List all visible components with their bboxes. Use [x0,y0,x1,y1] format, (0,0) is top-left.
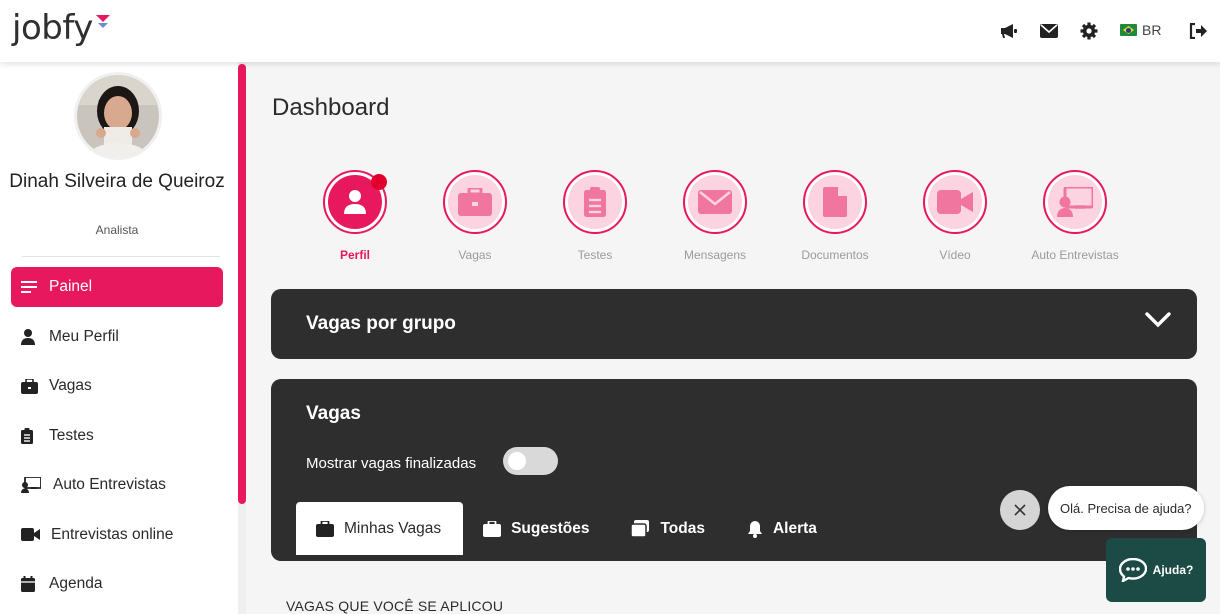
language-selector[interactable]: BR [1120,22,1161,38]
megaphone-icon[interactable] [999,21,1019,41]
vagas-tabs: Minhas Vagas Sugestões Todas Alerta [296,502,839,555]
language-label: BR [1142,22,1162,38]
help-bubble[interactable]: Olá. Precisa de ajuda? [1048,486,1204,530]
chevron-down-icon[interactable] [1145,311,1171,329]
sidebar-item-meu-perfil[interactable]: Meu Perfil [11,317,223,357]
sidebar-item-agenda[interactable]: Agenda [11,564,223,604]
step-auto-entrevistas[interactable]: Auto Entrevistas [1015,170,1135,262]
sidebar-item-label: Auto Entrevistas [53,476,166,493]
video-icon [937,190,973,214]
section-heading: VAGAS QUE VOCÊ SE APLICOU [286,598,504,614]
brazil-flag-icon [1120,24,1137,36]
step-label: Mensagens [683,248,747,262]
sidebar-item-label: Meu Perfil [49,327,119,345]
help-button-label: Ajuda? [1152,563,1194,577]
avatar[interactable] [77,75,159,157]
sidebar-item-vagas[interactable]: Vagas [11,366,223,406]
envelope-icon [698,190,732,214]
sidebar-item-label: Testes [49,426,94,444]
tab-label: Minhas Vagas [344,519,442,537]
panel-title: Vagas por grupo [306,313,456,334]
presentation-icon [21,477,53,493]
vagas-por-grupo-panel[interactable]: Vagas por grupo [271,289,1197,359]
briefcases-icon [631,520,650,537]
show-finished-toggle[interactable] [503,447,558,475]
tab-minhas-vagas[interactable]: Minhas Vagas [296,502,464,555]
clipboard-icon [584,187,606,217]
sidebar-item-testes[interactable]: Testes [11,416,223,456]
briefcase-icon [316,520,334,537]
chat-icon [1118,558,1147,582]
presentation-icon [1057,187,1093,217]
step-documentos[interactable]: Documentos [775,170,895,262]
step-label: Vagas [458,248,492,262]
sidebar: Dinah Silveira de Queiroz Analista Paine… [0,62,238,614]
sidebar-scroll-thumb[interactable] [238,64,246,504]
sidebar-item-label: Entrevistas online [51,525,174,543]
gear-icon[interactable] [1079,21,1099,41]
video-icon [21,528,51,541]
panel-title: Vagas [306,403,361,424]
menu-icon [21,281,49,293]
help-chat-button[interactable]: Ajuda? [1106,538,1206,602]
sidebar-item-painel[interactable]: Painel [11,267,223,307]
sidebar-item-label: Painel [49,278,93,295]
step-vagas[interactable]: Vagas [415,170,535,262]
help-close-button[interactable] [1000,490,1040,530]
briefcase-icon [483,520,502,537]
briefcase-icon [458,188,492,216]
step-perfil[interactable]: Perfil [295,170,415,262]
logo[interactable]: jobfy [12,8,93,48]
sidebar-item-label: Vagas [49,377,92,394]
step-mensagens[interactable]: Mensagens [655,170,775,262]
tab-sugestoes[interactable]: Sugestões [463,502,611,555]
notification-dot [371,174,387,190]
tab-label: Todas [660,519,705,537]
user-icon [21,328,49,345]
divider [22,256,220,257]
step-label: Perfil [339,248,370,262]
tab-label: Alerta [772,519,817,537]
user-role: Analista [95,223,139,237]
vagas-panel: Vagas Mostrar vagas finalizadas Minhas V… [271,379,1197,561]
top-header: jobfy BR [0,0,1220,62]
step-video[interactable]: Vídeo [895,170,1015,262]
bell-icon [747,520,762,538]
step-label: Documentos [801,248,869,262]
clipboard-icon [21,427,49,444]
sidebar-item-label: Agenda [49,575,103,592]
sidebar-item-auto-entrevistas[interactable]: Auto Entrevistas [11,465,223,505]
tab-label: Sugestões [511,519,590,537]
tab-alerta[interactable]: Alerta [727,502,839,555]
step-label: Testes [577,248,613,262]
envelope-icon[interactable] [1039,21,1059,41]
step-label: Vídeo [939,248,971,262]
logout-icon[interactable] [1188,21,1208,41]
user-icon [344,190,366,214]
tab-todas[interactable]: Todas [611,502,727,555]
briefcase-icon [21,378,49,394]
file-icon [823,187,847,217]
sidebar-item-entrevistas-online[interactable]: Entrevistas online [11,515,223,555]
step-label: Auto Entrevistas [1031,248,1119,262]
logo-mark-icon [96,15,110,28]
sidebar-menu: Painel Meu Perfil Vagas Testes Auto Entr… [11,267,223,614]
close-icon [1014,504,1026,516]
step-testes[interactable]: Testes [535,170,655,262]
toggle-label: Mostrar vagas finalizadas [306,455,477,472]
calendar-icon [21,576,49,592]
page-title: Dashboard [272,94,390,121]
user-name: Dinah Silveira de Queiroz [9,171,225,192]
